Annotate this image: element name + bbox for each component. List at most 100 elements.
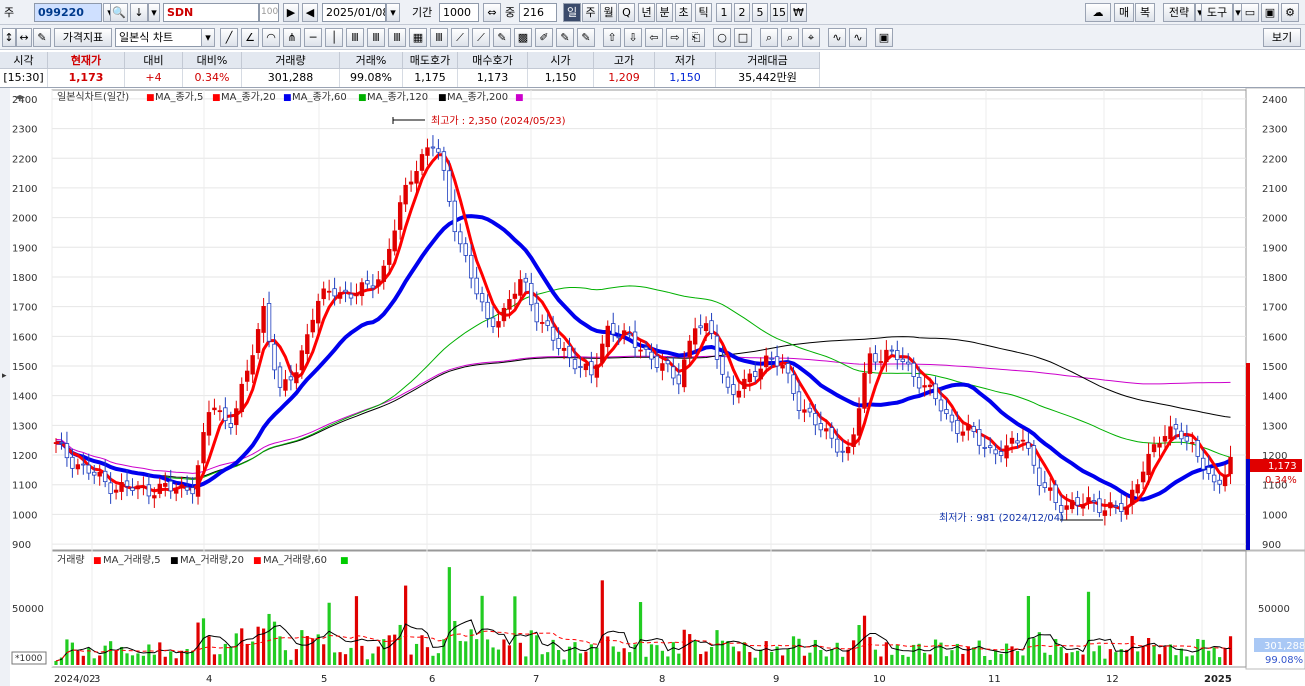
date-input[interactable]: 2025/01/08	[322, 3, 386, 22]
draw-right-icon[interactable]: ⇨	[666, 28, 684, 47]
draw-wave2-icon[interactable]: ∿	[849, 28, 867, 47]
left-scroll-handle[interactable]	[0, 88, 10, 686]
candle-body	[758, 368, 763, 380]
count-input[interactable]: 216	[519, 3, 557, 22]
candle-body	[987, 445, 993, 448]
right-btn-1[interactable]: 복	[1135, 3, 1155, 22]
period-btn-9[interactable]: 2	[734, 3, 750, 22]
candle-body	[1190, 442, 1195, 444]
indicator-button[interactable]: 가격지표	[54, 28, 112, 47]
draw-pen-icon[interactable]: ✎	[493, 28, 511, 47]
quote-value-6: 1,175	[403, 69, 458, 87]
period-btn-2[interactable]: 월	[600, 3, 617, 22]
period-btn-12[interactable]: ₩	[790, 3, 807, 22]
view-button[interactable]: 보기	[1263, 28, 1301, 47]
draw-wave-icon[interactable]: ∿	[828, 28, 846, 47]
stock-name-field[interactable]: SDN	[163, 3, 259, 22]
candle-body	[1228, 456, 1233, 475]
period-btn-7[interactable]: 틱	[695, 3, 712, 22]
draw-hline-icon[interactable]: ─	[304, 28, 322, 47]
candle-body	[1009, 437, 1015, 444]
volume-bar	[846, 649, 850, 665]
draw-note-icon[interactable]: ✎	[556, 28, 574, 47]
strategy-button[interactable]: 전략	[1163, 3, 1195, 22]
draw-fibfan-icon[interactable]: Ⅲ	[388, 28, 406, 47]
date-dropdown-chevron-icon[interactable]: ▾	[386, 3, 400, 22]
volume-bar	[1015, 651, 1020, 665]
draw-down-icon[interactable]: ⇩	[624, 28, 642, 47]
candle-body	[1184, 436, 1190, 442]
up-down-icon[interactable]: ↕	[2, 28, 16, 47]
period-btn-8[interactable]: 1	[716, 3, 732, 22]
cloud-icon[interactable]: ☁	[1085, 3, 1111, 22]
draw-fill-icon[interactable]: ▩	[514, 28, 532, 47]
draw-grid-icon[interactable]: ▦	[409, 28, 427, 47]
draw-zoom-in-icon[interactable]: ⌕	[760, 28, 778, 47]
stock-code-input[interactable]: 099220	[34, 3, 102, 22]
draw-vline-icon[interactable]: │	[325, 28, 343, 47]
candle-body	[1140, 471, 1146, 483]
draw-left-icon[interactable]: ⇦	[645, 28, 663, 47]
period-btn-1[interactable]: 주	[582, 3, 599, 22]
right-btn-0[interactable]: 매	[1114, 3, 1134, 22]
chart-type-chevron-icon[interactable]: ▾	[201, 28, 215, 47]
draw-crosshair-icon[interactable]: ⌖	[802, 28, 820, 47]
tools-button[interactable]: 도구	[1201, 3, 1233, 22]
prev-icon[interactable]: ◀	[302, 3, 318, 22]
draw-up-icon[interactable]: ⇧	[603, 28, 621, 47]
candle-body	[294, 372, 299, 384]
period-btn-0[interactable]: 일	[563, 3, 581, 22]
candle-body	[523, 277, 529, 283]
draw-box-icon[interactable]: ▣	[875, 28, 893, 47]
volume-bar	[409, 654, 413, 665]
draw-channel-icon[interactable]: ⟋	[472, 28, 490, 47]
candle-body	[698, 325, 703, 329]
period-btn-11[interactable]: 15	[770, 3, 788, 22]
volume-bar	[950, 650, 954, 665]
draw-arc-icon[interactable]: ◠	[262, 28, 280, 47]
save-icon[interactable]: ▣	[1261, 3, 1279, 22]
period-input[interactable]: 1000	[439, 3, 479, 22]
draw-zoom-out-icon[interactable]: ⌕	[781, 28, 799, 47]
draw-rect-icon[interactable]: □	[734, 28, 752, 47]
candle-body	[441, 151, 447, 171]
folder-icon[interactable]: ▭	[1241, 3, 1259, 22]
volume-bar	[174, 658, 178, 665]
left-right-icon[interactable]: ↔	[16, 28, 32, 47]
period-btn-10[interactable]: 5	[752, 3, 768, 22]
draw-circle-icon[interactable]: ○	[713, 28, 731, 47]
draw-text-icon[interactable]: ✎	[577, 28, 595, 47]
period-btn-6[interactable]: 초	[675, 3, 692, 22]
wrench-icon[interactable]: ⚙	[1281, 3, 1299, 22]
sort-dropdown-chevron-icon[interactable]: ▾	[148, 3, 160, 22]
draw-cycle-icon[interactable]: Ⅲ	[430, 28, 448, 47]
volume-bar	[655, 645, 659, 665]
draw-angle-icon[interactable]: ∠	[241, 28, 259, 47]
candle-body	[1201, 457, 1206, 470]
svg-text:■: ■	[515, 93, 524, 103]
candle-body	[408, 181, 414, 185]
sort-icon[interactable]: ↓	[130, 3, 148, 22]
candle-body	[250, 355, 255, 375]
candle-body	[851, 434, 856, 447]
period-btn-4[interactable]: 년	[638, 3, 655, 22]
volume-bar	[420, 635, 424, 665]
draw-marker-icon[interactable]: ✐	[535, 28, 553, 47]
period-btn-3[interactable]: Q	[618, 3, 635, 22]
candle-body	[501, 307, 507, 322]
draw-fib-icon[interactable]: Ⅲ	[367, 28, 385, 47]
edit-icon[interactable]: ✎	[33, 28, 51, 47]
draw-fork-icon[interactable]: ⋔	[283, 28, 301, 47]
period-btn-5[interactable]: 분	[656, 3, 673, 22]
zoom-icon[interactable]: ⇔	[483, 3, 501, 22]
chart-type-select[interactable]: 일본식 차트	[115, 28, 203, 47]
draw-export-icon[interactable]: ⎗	[687, 28, 705, 47]
candle-body	[583, 363, 589, 371]
draw-line-icon[interactable]: ╱	[220, 28, 238, 47]
search-icon[interactable]: 🔍	[110, 3, 128, 22]
draw-trend-icon[interactable]: ⟋	[451, 28, 469, 47]
next-icon[interactable]: ▶	[283, 3, 299, 22]
draw-gann-icon[interactable]: Ⅲ	[346, 28, 364, 47]
volume-bar	[393, 634, 397, 665]
expand-arrow-icon[interactable]: ▸	[2, 371, 7, 381]
